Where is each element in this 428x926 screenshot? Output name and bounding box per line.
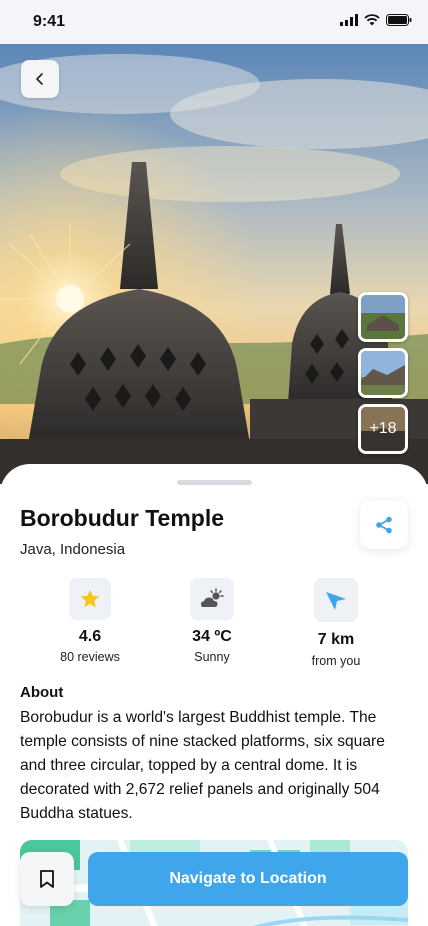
share-button[interactable] <box>360 501 408 549</box>
stat-rating-icon-box <box>69 578 111 620</box>
share-icon <box>376 516 392 534</box>
battery-icon <box>386 14 412 26</box>
stat-weather-icon-box <box>190 578 234 620</box>
signal-icon <box>340 14 358 26</box>
distance-sub: from you <box>311 654 361 668</box>
gallery-thumb-1[interactable] <box>358 292 408 342</box>
stat-distance: 7 km from you <box>276 578 396 668</box>
status-bar: 9:41 <box>0 0 428 44</box>
wifi-icon <box>364 14 380 26</box>
status-icons <box>340 14 412 26</box>
place-location: Java, Indonesia <box>20 541 126 558</box>
distance-value: 7 km <box>317 631 355 648</box>
status-time: 9:41 <box>33 13 66 30</box>
navigation-arrow-icon <box>326 592 346 610</box>
about-text: Borobudur is a world's largest Buddhist … <box>20 709 385 822</box>
gallery-more-count: +18 <box>361 407 405 451</box>
reviews-count[interactable]: 80 reviews <box>30 650 150 664</box>
weather-condition: Sunny <box>194 650 230 664</box>
stat-distance-icon-box <box>314 578 358 622</box>
bookmark-icon <box>40 870 54 888</box>
place-title: Borobudur Temple <box>20 505 225 531</box>
about-heading: About <box>20 684 64 701</box>
back-button[interactable] <box>21 60 59 98</box>
stat-rating: 4.6 80 reviews <box>30 578 150 664</box>
stat-weather: 34 ºC Sunny <box>152 578 272 664</box>
rating-value: 4.6 <box>78 628 102 645</box>
gallery-thumb-2[interactable] <box>358 348 408 398</box>
navigate-button[interactable]: Navigate to Location <box>88 852 408 906</box>
bookmark-button[interactable] <box>20 852 74 906</box>
sheet-grabber[interactable] <box>177 480 252 485</box>
star-icon <box>80 589 100 608</box>
chevron-left-icon <box>36 73 43 85</box>
weather-icon <box>201 588 224 607</box>
temperature-value: 34 ºC <box>192 628 232 645</box>
gallery-thumb-more[interactable]: +18 <box>358 404 408 454</box>
gallery-thumbnails: +18 <box>358 292 408 454</box>
